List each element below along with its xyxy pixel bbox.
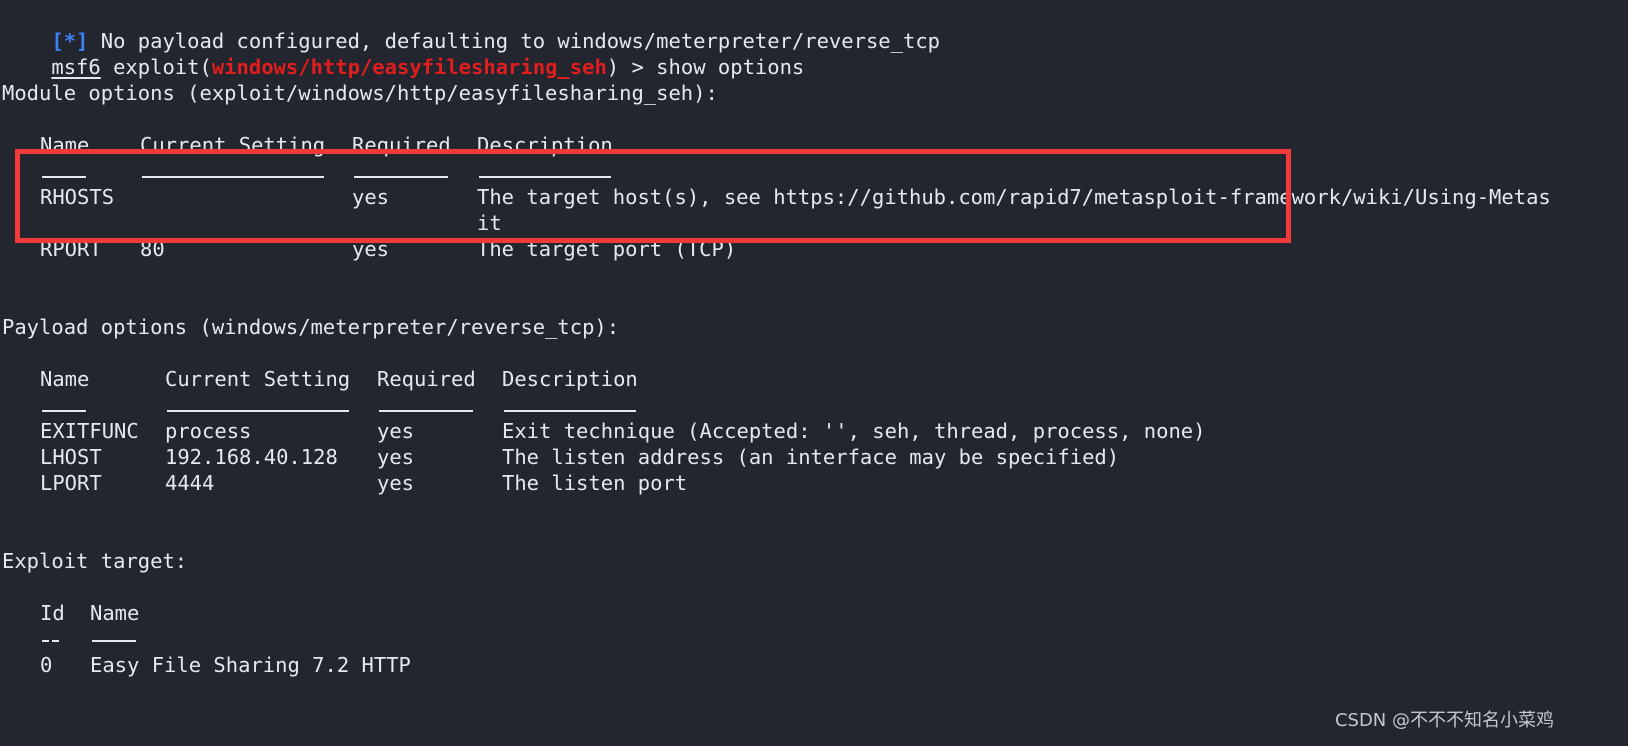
col-name: Name	[40, 133, 90, 157]
col-description: Description	[477, 133, 613, 157]
col-current-setting: Current Setting	[140, 133, 326, 157]
col-required: Required	[377, 367, 476, 391]
option-setting: 192.168.40.128	[165, 445, 338, 469]
underline	[92, 640, 136, 642]
option-name: RHOSTS	[40, 185, 115, 209]
option-setting: process	[165, 419, 252, 443]
option-setting: 80	[140, 237, 165, 261]
underline	[42, 640, 49, 642]
underline	[504, 410, 636, 412]
underline	[379, 410, 473, 412]
option-required: yes	[377, 419, 415, 443]
payload-options-heading: Payload options (windows/meterpreter/rev…	[2, 315, 620, 339]
option-name: LHOST	[40, 445, 102, 469]
underline	[42, 410, 86, 412]
option-name: LPORT	[40, 471, 102, 495]
option-required: yes	[377, 471, 415, 495]
target-id: 0	[40, 653, 53, 677]
status-line: [*] No payload configured, defaulting to…	[2, 2, 940, 53]
command-prompt[interactable]: msf6 exploit(windows/http/easyfilesharin…	[2, 28, 804, 79]
option-description: The target port (TCP)	[477, 237, 737, 261]
module-options-heading: Module options (exploit/windows/http/eas…	[2, 81, 718, 105]
option-name: RPORT	[40, 237, 102, 261]
prompt-context-suffix: ) >	[606, 55, 657, 79]
target-name: Easy File Sharing 7.2 HTTP	[90, 653, 411, 677]
col-name: Name	[90, 601, 140, 625]
col-required: Required	[352, 133, 451, 157]
option-description-wrap: it	[477, 211, 502, 235]
option-description: The target host(s), see https://github.c…	[477, 185, 1551, 209]
col-current-setting: Current Setting	[165, 367, 351, 391]
underline	[142, 176, 324, 178]
prompt-context-prefix: exploit(	[100, 55, 212, 79]
underline	[354, 176, 448, 178]
option-description: The listen address (an interface may be …	[502, 445, 1120, 469]
option-required: yes	[352, 185, 390, 209]
active-module: windows/http/easyfilesharing_seh	[211, 55, 607, 79]
underline	[42, 176, 86, 178]
console-name: msf6	[51, 55, 101, 79]
option-description: Exit technique (Accepted: '', seh, threa…	[502, 419, 1206, 443]
exploit-target-heading: Exploit target:	[2, 549, 188, 573]
option-description: The listen port	[502, 471, 688, 495]
underline	[52, 640, 59, 642]
underline	[167, 410, 349, 412]
underline	[479, 176, 611, 178]
typed-command: show options	[656, 55, 805, 79]
col-id: Id	[40, 601, 65, 625]
option-required: yes	[352, 237, 390, 261]
option-required: yes	[377, 445, 415, 469]
option-setting: 4444	[165, 471, 215, 495]
watermark: CSDN @不不不知名小菜鸡	[1334, 710, 1554, 731]
col-description: Description	[502, 367, 638, 391]
col-name: Name	[40, 367, 90, 391]
option-name: EXITFUNC	[40, 419, 139, 443]
